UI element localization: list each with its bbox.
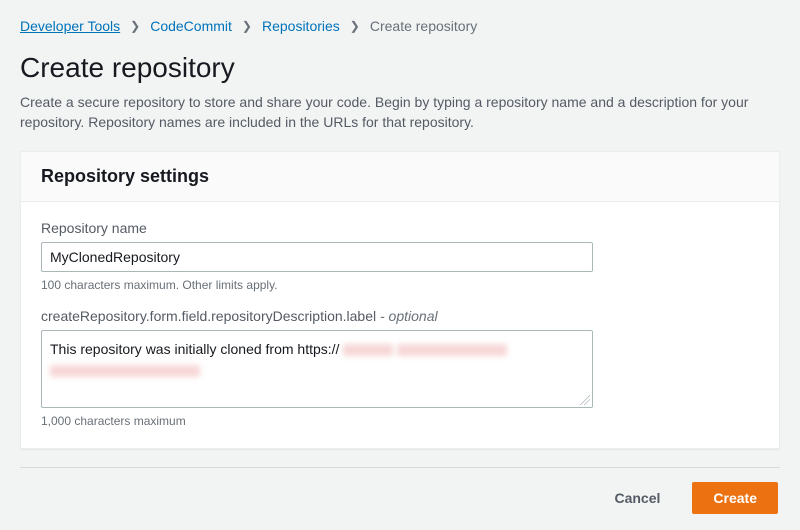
redacted-text: [397, 344, 507, 356]
breadcrumb: Developer Tools ❯ CodeCommit ❯ Repositor…: [20, 18, 780, 34]
breadcrumb-link-codecommit[interactable]: CodeCommit: [150, 18, 232, 34]
breadcrumb-link-developer-tools[interactable]: Developer Tools: [20, 18, 120, 34]
chevron-right-icon: ❯: [350, 19, 360, 33]
repository-settings-panel: Repository settings Repository name 100 …: [20, 151, 780, 449]
repository-name-field: Repository name 100 characters maximum. …: [41, 220, 759, 292]
create-button[interactable]: Create: [692, 482, 778, 514]
panel-header: Repository settings: [21, 152, 779, 202]
repository-description-hint: 1,000 characters maximum: [41, 414, 759, 428]
chevron-right-icon: ❯: [130, 19, 140, 33]
repository-name-hint: 100 characters maximum. Other limits app…: [41, 278, 759, 292]
repository-description-label: createRepository.form.field.repositoryDe…: [41, 308, 759, 324]
chevron-right-icon: ❯: [242, 19, 252, 33]
redacted-text: [50, 365, 200, 377]
repository-description-field: createRepository.form.field.repositoryDe…: [41, 308, 759, 428]
redacted-text: [343, 344, 393, 356]
panel-title: Repository settings: [41, 166, 759, 187]
repository-description-value-prefix: This repository was initially cloned fro…: [50, 341, 339, 357]
page-description: Create a secure repository to store and …: [20, 92, 760, 133]
repository-name-label: Repository name: [41, 220, 759, 236]
form-actions: Cancel Create: [20, 468, 780, 514]
repository-description-label-text: createRepository.form.field.repositoryDe…: [41, 308, 376, 324]
breadcrumb-link-repositories[interactable]: Repositories: [262, 18, 340, 34]
breadcrumb-current: Create repository: [370, 18, 477, 34]
page-title: Create repository: [20, 52, 780, 84]
cancel-button[interactable]: Cancel: [594, 482, 680, 514]
optional-indicator: - optional: [380, 308, 438, 324]
repository-name-input[interactable]: [41, 242, 593, 272]
repository-description-input[interactable]: This repository was initially cloned fro…: [41, 330, 593, 408]
